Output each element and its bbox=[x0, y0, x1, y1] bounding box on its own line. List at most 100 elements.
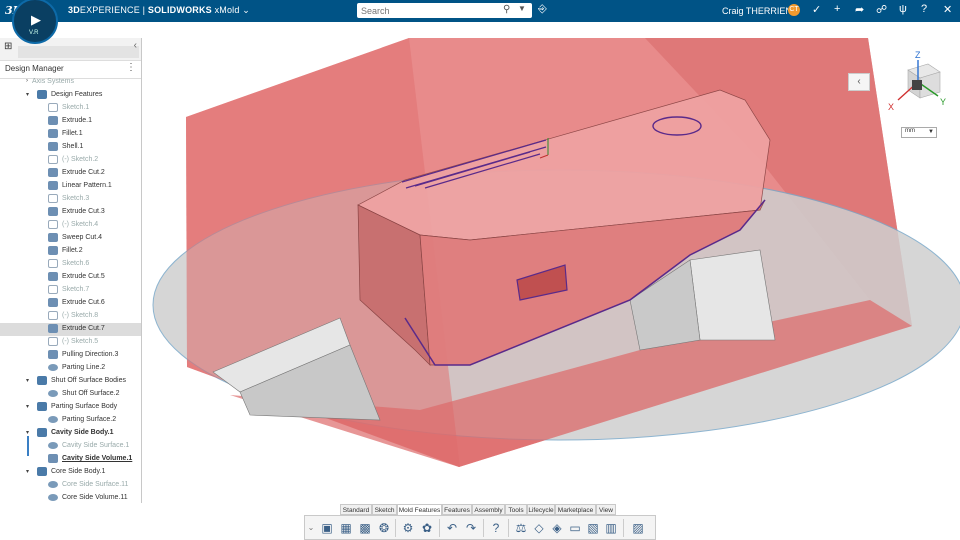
parting-surface-icon[interactable]: ▭ bbox=[567, 520, 583, 536]
app-brand[interactable]: 3DEXPERIENCE | SOLIDWORKS xMold ⌄ bbox=[68, 5, 250, 16]
mold-options-icon[interactable]: ✿ bbox=[419, 520, 435, 536]
tree-node[interactable]: › Axis Systems bbox=[0, 78, 141, 89]
undo-icon[interactable]: ↶ bbox=[444, 520, 460, 536]
runner-channel-right[interactable] bbox=[689, 249, 776, 341]
more-options-icon[interactable]: ⋮ bbox=[126, 62, 136, 73]
tree-node[interactable]: Parting Surface.2 bbox=[0, 414, 141, 427]
view-cube[interactable]: Z X Y bbox=[888, 50, 956, 116]
expand-arrow-icon[interactable]: ▾ bbox=[26, 429, 29, 436]
split-icon[interactable]: ▧ bbox=[585, 520, 601, 536]
tree-node[interactable]: Sweep Cut.4 bbox=[0, 232, 141, 245]
shut-off-surface-icon[interactable]: ◈ bbox=[549, 520, 565, 536]
tree-node[interactable]: Extrude.1 bbox=[0, 115, 141, 128]
tree-node-label: Sketch.3 bbox=[62, 195, 90, 202]
expand-arrow-icon[interactable]: › bbox=[26, 78, 28, 84]
tree-node[interactable]: Fillet.1 bbox=[0, 128, 141, 141]
mold-body-icon[interactable]: ▩ bbox=[357, 520, 373, 536]
tree-node[interactable]: Extrude Cut.7 bbox=[0, 323, 141, 336]
play-icon[interactable]: ▶ bbox=[31, 12, 41, 28]
expand-action-bar-icon[interactable]: ⌄ bbox=[307, 520, 315, 536]
tree-node[interactable]: Extrude Cut.5 bbox=[0, 271, 141, 284]
mold-cavity-icon[interactable]: ▦ bbox=[338, 520, 354, 536]
action-tab-features[interactable]: Features bbox=[442, 504, 472, 515]
tree-icon[interactable]: ⊞ bbox=[4, 41, 12, 52]
network-icon[interactable]: ☍ bbox=[876, 3, 887, 16]
help-icon[interactable]: ? bbox=[921, 3, 927, 15]
mold-settings-icon[interactable]: ⚙ bbox=[400, 520, 416, 536]
expand-arrow-icon[interactable]: ▾ bbox=[26, 403, 29, 410]
tree-node[interactable]: Sketch.7 bbox=[0, 284, 141, 297]
unit-selector[interactable]: mm ▼ bbox=[901, 127, 937, 138]
search-dropdown-icon[interactable]: ▼ bbox=[518, 4, 526, 13]
compass-widget[interactable]: ▶ V.R bbox=[12, 0, 58, 44]
search-input[interactable] bbox=[361, 3, 491, 18]
tree-node[interactable]: Pulling Direction.3 bbox=[0, 349, 141, 362]
tree-node-label: Axis Systems bbox=[32, 78, 75, 85]
tree-node[interactable]: ▾ Shut Off Surface Bodies bbox=[0, 375, 141, 388]
tree-node[interactable]: Sketch.6 bbox=[0, 258, 141, 271]
tree-node[interactable]: (-) Sketch.2 bbox=[0, 154, 141, 167]
tree-node[interactable]: ▾ Core Side Body.1 bbox=[0, 466, 141, 479]
viewport-back-button[interactable]: ‹ bbox=[848, 73, 870, 91]
tree-node[interactable]: Sketch.1 bbox=[0, 102, 141, 115]
search-box[interactable]: ⚲ ▼ bbox=[357, 3, 532, 18]
tree-node[interactable]: Cavity Side Surface.1 bbox=[0, 440, 141, 453]
mold-core-icon[interactable]: ▣ bbox=[319, 520, 335, 536]
sketch-icon bbox=[48, 285, 58, 294]
tree-node[interactable]: ▾ Parting Surface Body bbox=[0, 401, 141, 414]
chevron-down-icon[interactable]: ▼ bbox=[928, 129, 934, 135]
tree-node[interactable]: Cavity Side Volume.1 bbox=[0, 453, 141, 466]
tree-node[interactable]: Sketch.3 bbox=[0, 193, 141, 206]
tree-node[interactable]: Extrude Cut.6 bbox=[0, 297, 141, 310]
tree-node[interactable]: Shell.1 bbox=[0, 141, 141, 154]
chevron-down-icon[interactable]: ⌄ bbox=[242, 5, 250, 15]
tree-node[interactable]: Shut Off Surface.2 bbox=[0, 388, 141, 401]
action-tab-standard[interactable]: Standard bbox=[340, 504, 372, 515]
tree-node[interactable]: (-) Sketch.4 bbox=[0, 219, 141, 232]
tree-node[interactable]: Extrude Cut.3 bbox=[0, 206, 141, 219]
expand-arrow-icon[interactable]: ▾ bbox=[26, 468, 29, 475]
core-cavity-icon[interactable]: ▥ bbox=[603, 520, 619, 536]
action-tab-lifecycle[interactable]: Lifecycle bbox=[527, 504, 555, 515]
tree-node[interactable]: ▾ Design Features bbox=[0, 89, 141, 102]
help-icon[interactable]: ? bbox=[488, 520, 504, 536]
tree-node[interactable]: Extrude Cut.2 bbox=[0, 167, 141, 180]
tree-node[interactable]: ▾ Cavity Side Body.1 bbox=[0, 427, 141, 440]
action-tab-assembly[interactable]: Assembly bbox=[472, 504, 505, 515]
tree-node-label: Core Side Volume.11 bbox=[62, 494, 128, 501]
tree-node[interactable]: Parting Line.2 bbox=[0, 362, 141, 375]
notification-icon[interactable]: ✓ bbox=[812, 3, 821, 16]
tree-node[interactable]: Linear Pattern.1 bbox=[0, 180, 141, 193]
pulling-direction-icon[interactable]: ⚖ bbox=[513, 520, 529, 536]
tree-node[interactable]: Core Side Volume.11 bbox=[0, 492, 141, 502]
search-icon[interactable]: ⚲ bbox=[503, 4, 510, 15]
mold-gear-icon[interactable]: ❂ bbox=[376, 520, 392, 536]
share-icon[interactable]: ➦ bbox=[855, 3, 864, 16]
action-tab-mold-features[interactable]: Mold Features bbox=[397, 504, 442, 515]
action-tab-view[interactable]: View bbox=[596, 504, 616, 515]
mold-model[interactable] bbox=[142, 22, 960, 540]
expand-arrow-icon[interactable]: ▾ bbox=[26, 91, 29, 98]
user-name[interactable]: Craig THERRIEN bbox=[722, 6, 792, 16]
tree-node[interactable]: (-) Sketch.8 bbox=[0, 310, 141, 323]
tree-node[interactable]: Core Side Surface.11 bbox=[0, 479, 141, 492]
tree-node[interactable]: (-) Sketch.5 bbox=[0, 336, 141, 349]
tag-icon[interactable]: ⎆ bbox=[538, 3, 547, 16]
action-tab-sketch[interactable]: Sketch bbox=[372, 504, 397, 515]
expand-arrow-icon[interactable]: ▾ bbox=[26, 377, 29, 384]
compass-tools-icon[interactable]: ψ bbox=[899, 3, 907, 15]
panel-tab-strip[interactable] bbox=[18, 46, 139, 58]
collapse-panel-icon[interactable]: ‹ bbox=[134, 40, 137, 51]
action-tab-tools[interactable]: Tools bbox=[505, 504, 527, 515]
3d-viewport[interactable] bbox=[142, 22, 960, 540]
add-icon[interactable]: + bbox=[834, 3, 840, 15]
feature-icon bbox=[48, 246, 58, 255]
tree-node[interactable]: Fillet.2 bbox=[0, 245, 141, 258]
mold-base-icon[interactable]: ▨ bbox=[630, 520, 646, 536]
avatar[interactable]: CT bbox=[788, 4, 800, 16]
redo-icon[interactable]: ↷ bbox=[463, 520, 479, 536]
fullscreen-icon[interactable]: ✕ bbox=[943, 3, 952, 16]
action-tab-marketplace[interactable]: Marketplace bbox=[555, 504, 596, 515]
parting-line-icon[interactable]: ◇ bbox=[531, 520, 547, 536]
tree-node-label: (-) Sketch.8 bbox=[62, 312, 99, 319]
